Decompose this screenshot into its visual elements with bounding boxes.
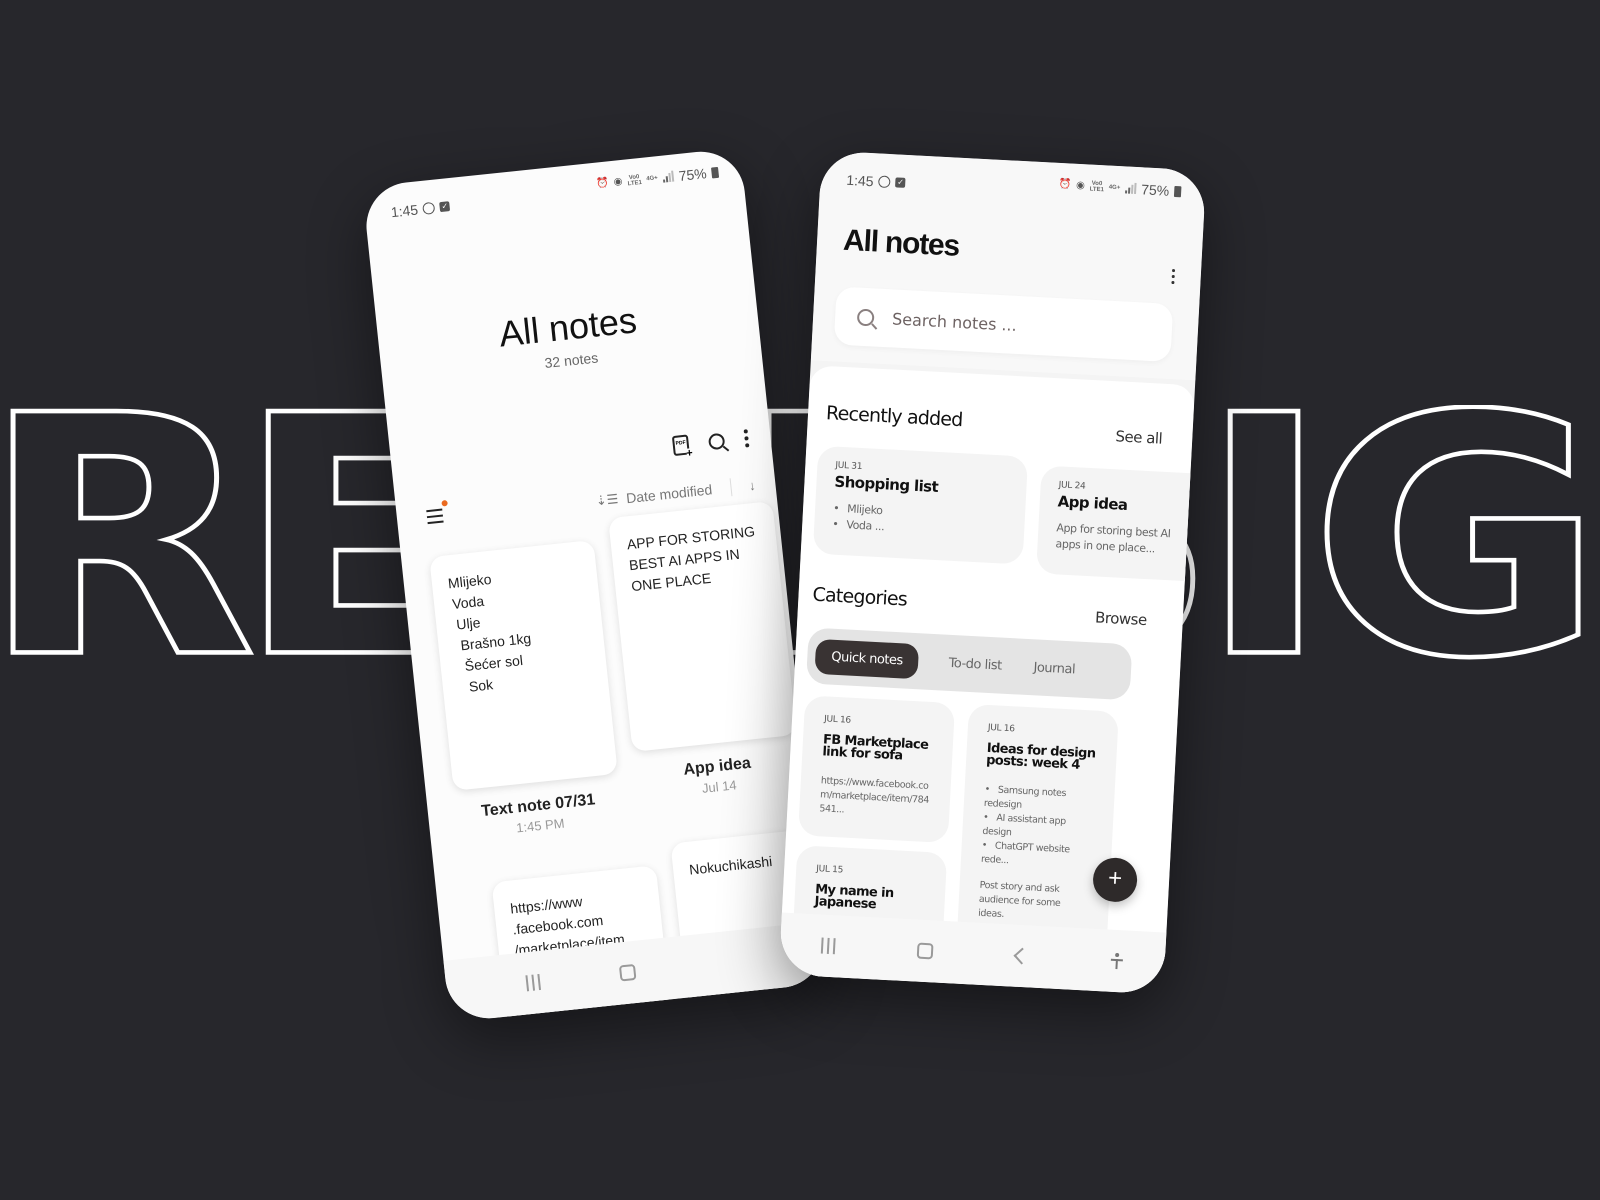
status-time: 1:45: [845, 171, 874, 190]
battery-percent: 75%: [1140, 181, 1170, 199]
volte-icon: Vo0 LTE1: [1089, 180, 1104, 194]
tab-quick-notes[interactable]: Quick notes: [814, 638, 920, 679]
hotspot-icon: ◉: [1075, 179, 1086, 192]
accessibility-icon[interactable]: [1109, 953, 1124, 970]
recent-note-card[interactable]: JUL 31 Shopping list Mlijeko Voda ...: [812, 445, 1029, 565]
search-input[interactable]: [891, 308, 1093, 339]
category-note-card[interactable]: JUL 16 FB Marketplace link for sofa http…: [797, 695, 956, 844]
menu-button[interactable]: [426, 499, 448, 525]
battery-icon: [1173, 185, 1182, 197]
card-date: JUL 16: [987, 722, 1015, 735]
arrow-down-icon[interactable]: ↓: [748, 477, 756, 493]
browse-link[interactable]: Browse: [1095, 608, 1147, 629]
alarm-icon: ⏰: [595, 177, 610, 190]
divider: [729, 478, 732, 497]
status-time: 1:45: [390, 201, 419, 221]
back-icon[interactable]: [1013, 947, 1031, 965]
old-notes-phone: 1:45 ✓ ⏰ ◉ Vo0 LTE1 4G+ 75% All notes 32…: [362, 147, 828, 1023]
card-bullet: ChatGPT website rede...: [981, 839, 1092, 873]
signal-icon: [662, 170, 675, 183]
header: 1:45 ✓ ⏰ ◉ Vo0 LTE1 4G+ 75% All notes: [810, 150, 1207, 381]
see-all-link[interactable]: See all: [1115, 427, 1163, 447]
pdf-add-icon[interactable]: PDF: [671, 434, 690, 457]
home-icon[interactable]: [917, 942, 934, 960]
notification-dot: [441, 499, 448, 507]
battery-icon: [710, 166, 720, 179]
search-icon: [856, 308, 875, 326]
card-text: Post story and ask audience for some ide…: [977, 879, 1061, 921]
card-title: FB Marketplace link for sofa: [821, 732, 929, 764]
hotspot-icon: ◉: [613, 175, 623, 188]
whatsapp-icon: [878, 175, 891, 189]
card-title: My name in Japanese: [814, 882, 895, 913]
more-icon[interactable]: [743, 429, 750, 448]
tab-todo-list[interactable]: To-do list: [932, 645, 1019, 684]
status-bar: 1:45 ✓ ⏰ ◉ Vo0 LTE1 4G+ 75%: [362, 147, 745, 236]
redesigned-notes-phone: 1:45 ✓ ⏰ ◉ Vo0 LTE1 4G+ 75% All notes Re…: [778, 150, 1207, 995]
sort-label: Date modified: [625, 481, 713, 507]
recent-apps-icon[interactable]: [820, 937, 836, 955]
category-tabs: Quick notes To-do list Journal: [805, 627, 1133, 701]
card-title: App idea: [1057, 492, 1128, 514]
search-bar[interactable]: [833, 286, 1174, 363]
more-icon[interactable]: [1171, 268, 1176, 285]
home-icon[interactable]: [618, 963, 637, 982]
signal-icon: [1124, 182, 1137, 194]
volte-icon: Vo0 LTE1: [627, 174, 643, 188]
section-title-recent: Recently added: [825, 402, 964, 432]
4g-plus-icon: 4G+: [646, 175, 659, 183]
alarm-icon: ⏰: [1058, 178, 1072, 191]
content-sheet: Recently added See all JUL 31 Shopping l…: [778, 365, 1207, 995]
notes-grid: Mlijeko Voda Ulje Brašno 1kg Šećer sol S…: [429, 501, 828, 1023]
note-caption: Text note 07/31 1:45 PM: [455, 789, 623, 842]
card-title: Ideas for design posts: week 4: [985, 740, 1096, 773]
card-date: JUL 16: [823, 714, 852, 726]
toolbar: PDF: [671, 428, 750, 457]
card-text: App for storing best AI apps in one plac…: [1055, 521, 1171, 556]
checkbox-icon: ✓: [439, 201, 451, 213]
pdf-label: PDF: [675, 439, 686, 447]
checkbox-icon: ✓: [895, 177, 906, 188]
recent-apps-icon[interactable]: [525, 973, 542, 992]
plus-icon: +: [1107, 864, 1123, 893]
4g-plus-icon: 4G+: [1108, 184, 1121, 192]
recent-note-card[interactable]: JUL 24 App idea App for storing best AI …: [1036, 465, 1207, 584]
tab-journal[interactable]: Journal: [1017, 649, 1092, 688]
card-text: https://www.facebook.com/marketplace/ite…: [819, 775, 930, 816]
page-title: All notes: [842, 223, 960, 263]
note-card[interactable]: Mlijeko Voda Ulje Brašno 1kg Šećer sol S…: [429, 539, 618, 791]
note-card[interactable]: APP FOR STORING BEST AI APPS IN ONE PLAC…: [608, 501, 797, 752]
sort-icon: ⇣☰: [594, 491, 619, 509]
card-date: JUL 15: [815, 864, 844, 876]
status-bar: 1:45 ✓ ⏰ ◉ Vo0 LTE1 4G+ 75%: [819, 150, 1206, 220]
battery-percent: 75%: [677, 165, 708, 184]
search-icon[interactable]: [707, 432, 726, 451]
menu-icon: [426, 508, 443, 513]
section-title-categories: Categories: [812, 583, 908, 611]
whatsapp-icon: [422, 201, 436, 215]
note-caption: App idea Jul 14: [634, 750, 802, 803]
